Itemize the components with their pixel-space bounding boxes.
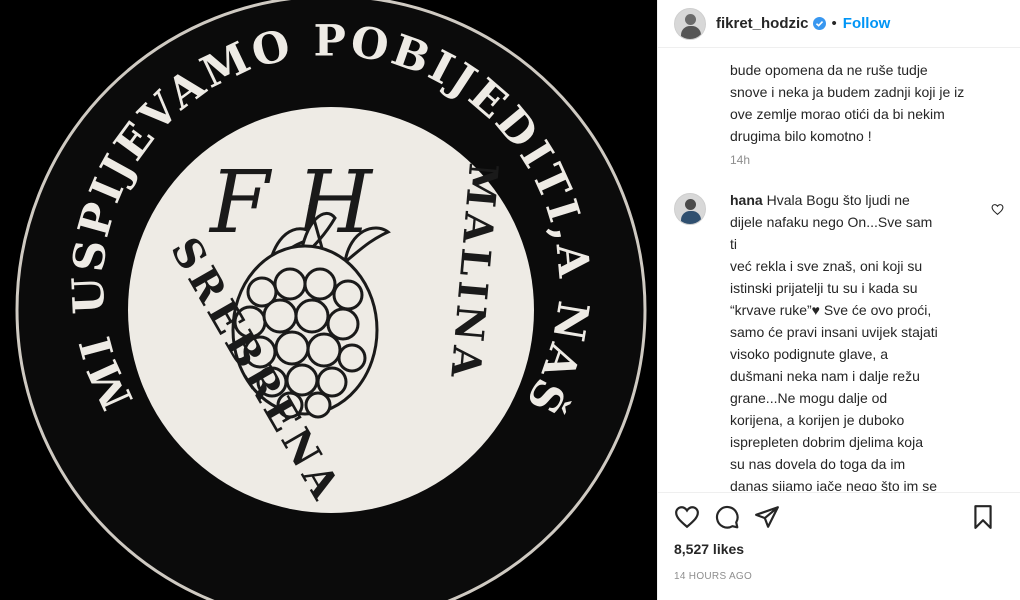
- heart-outline-icon[interactable]: [674, 504, 700, 530]
- comment-line: Hvala Bogu što ljudi ne: [766, 192, 910, 208]
- author-avatar[interactable]: [674, 7, 706, 40]
- comment-line: već rekla i sve znaš, oni koji su: [730, 258, 923, 274]
- comment-line: samo će pravi insani uvijek stajati: [730, 324, 938, 340]
- comment-text: hana Hvala Bogu što ljudi ne dijele nafa…: [730, 189, 940, 491]
- comment-line: isprepleten dobrim djelima koja: [730, 434, 923, 450]
- avatar-body: [681, 211, 701, 224]
- caption-timestamp[interactable]: 14h: [730, 153, 750, 167]
- comment-line: grane...Ne mogu dalje od: [730, 390, 888, 406]
- caption-continuation: bude opomena da ne ruše tudje snove i ne…: [730, 59, 970, 147]
- comment-line: dušmani neka nam i dalje režu: [730, 368, 920, 384]
- caption-line: drugima bilo komotno !: [730, 128, 872, 144]
- post-side-panel: fikret_hodzic • Follow bude opomena da n…: [657, 0, 1020, 600]
- badge-graphic: MI USPIJEVAMO POBIJEDITI,A NAŠ USPJEH JE…: [0, 0, 657, 600]
- comment-icon[interactable]: [714, 504, 740, 530]
- post-header: fikret_hodzic • Follow: [658, 0, 1020, 48]
- post-action-bar: [658, 492, 1020, 540]
- likes-count[interactable]: 8,527 likes: [674, 541, 744, 557]
- comment-line: korijena, a korijen je duboko: [730, 412, 905, 428]
- comment-line: istinski prijatelji tu su i kada su: [730, 280, 918, 296]
- comment-line: dijele nafaku nego On...Sve sam ti: [730, 214, 933, 252]
- avatar-head: [685, 13, 696, 25]
- caption-line: bude opomena da ne ruše tudje: [730, 62, 928, 78]
- comment-line: danas sijamo jače nego što im se: [730, 478, 937, 491]
- verified-badge-icon: [812, 17, 826, 30]
- caption-line: snove i neka ja budem zadnji koji je iz: [730, 84, 965, 100]
- commenter-avatar[interactable]: [674, 193, 706, 225]
- author-username[interactable]: fikret_hodzic: [716, 15, 809, 32]
- comments-list[interactable]: bude opomena da ne ruše tudje snove i ne…: [658, 49, 1020, 491]
- comment-line: su nas dovela do toga da im: [730, 456, 906, 472]
- comment-like-heart-icon[interactable]: [991, 203, 1004, 216]
- header-separator: •: [831, 15, 837, 32]
- paper-plane-icon[interactable]: [754, 504, 780, 530]
- comment-line: “krvave ruke”♥ Sve će ovo proći,: [730, 302, 932, 318]
- commenter-username[interactable]: hana: [730, 192, 763, 208]
- bookmark-icon[interactable]: [970, 504, 996, 530]
- comment-line: visoko podignute glave, a: [730, 346, 888, 362]
- avatar-head: [685, 199, 696, 210]
- post-image[interactable]: MI USPIJEVAMO POBIJEDITI,A NAŠ USPJEH JE…: [0, 0, 657, 600]
- caption-line: ove zemlje morao otići da bi nekim: [730, 106, 945, 122]
- follow-button[interactable]: Follow: [843, 15, 891, 32]
- avatar-body: [681, 25, 701, 39]
- instagram-post: MI USPIJEVAMO POBIJEDITI,A NAŠ USPJEH JE…: [0, 0, 1020, 600]
- post-timestamp[interactable]: 14 HOURS AGO: [674, 571, 752, 582]
